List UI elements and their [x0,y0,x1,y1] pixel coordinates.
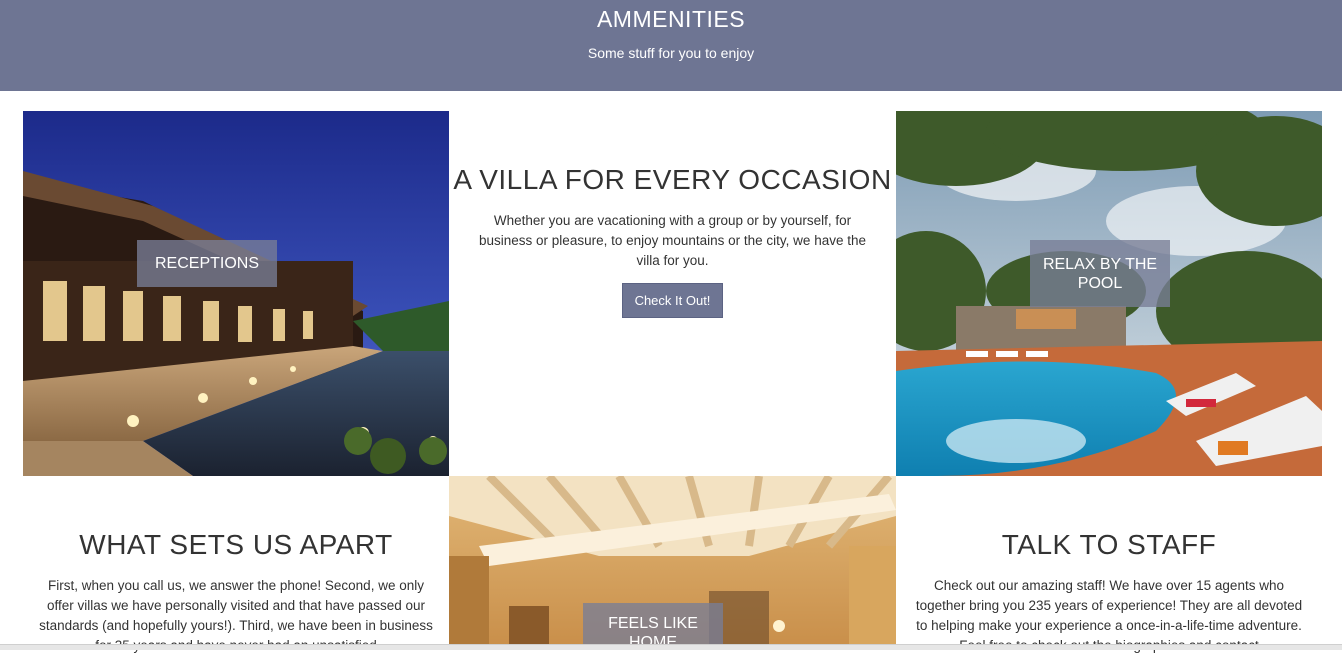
section-title: AMMENITIES [596,6,746,32]
pool-label: RELAX BY THE POOL [1030,240,1170,307]
pool-tile[interactable]: RELAX BY THE POOL [896,111,1322,476]
amenities-header: AMMENITIES Some stuff for you to enjoy [0,0,1342,91]
apart-tile: WHAT SETS US APART First, when you call … [23,476,449,653]
horizontal-scrollbar[interactable] [0,644,1342,650]
occasion-tile: A VILLA FOR EVERY OCCASION Whether you a… [449,111,896,476]
receptions-tile[interactable]: RECEPTIONS [23,111,449,476]
check-it-out-button[interactable]: Check It Out! [621,283,724,318]
receptions-photo [23,111,449,476]
occasion-title: A VILLA FOR EVERY OCCASION [453,164,892,195]
staff-tile: TALK TO STAFF Check out our amazing staf… [896,476,1322,653]
occasion-text: Whether you are vacationing with a group… [479,213,866,268]
receptions-label: RECEPTIONS [137,240,277,287]
staff-title: TALK TO STAFF [1001,529,1217,560]
home-label: FEELS LIKE HOME [583,603,723,646]
section-subtitle: Some stuff for you to enjoy [587,45,755,61]
home-tile[interactable]: FEELS LIKE HOME [449,476,896,646]
apart-title: WHAT SETS US APART [79,529,393,560]
